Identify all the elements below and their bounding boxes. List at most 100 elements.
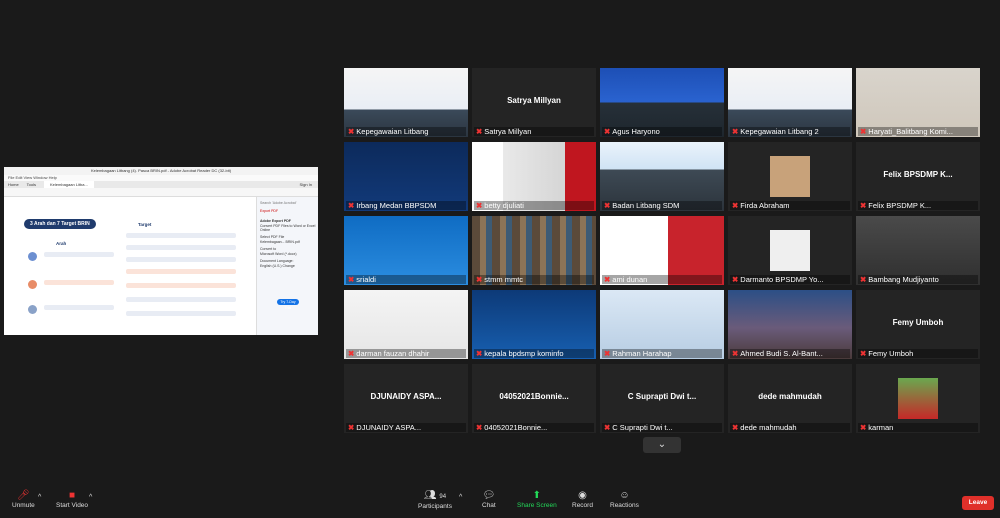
participants-chevron-icon[interactable]: ^ (459, 494, 462, 501)
reactions-button[interactable]: ☺ Reactions (610, 490, 639, 509)
doc-step-2 (28, 280, 37, 289)
participant-name: C Suprapti Dwi t... (612, 423, 673, 432)
mic-muted-icon: 🎤︎ (17, 490, 30, 501)
participant-name-label: ✖ ami dunan (602, 275, 722, 284)
participant-tile[interactable]: C Suprapti Dwi t... ✖ C Suprapti Dwi t... (600, 364, 724, 433)
side-lang: Document Language: (260, 259, 294, 263)
participant-tile[interactable]: ✖ srialdi (344, 216, 468, 285)
participant-name: Kepegawaian Litbang (356, 127, 429, 136)
participant-tile[interactable]: ✖ darman fauzan dhahir (344, 290, 468, 359)
participant-name-center: Femy Umboh (892, 318, 944, 327)
participant-tile[interactable]: ✖ Agus Haryono (600, 68, 724, 137)
doc-col-arah: Arah (56, 241, 67, 246)
participant-tile[interactable]: Satrya Millyan ✖ Satrya Millyan (472, 68, 596, 137)
participant-name-label: ✖ Darmanto BPSDMP Yo... (730, 275, 850, 284)
participant-tile[interactable]: Femy Umboh ✖ Femy Umboh (856, 290, 980, 359)
side-export: Export PDF (260, 209, 279, 213)
chevron-down-icon[interactable]: ⌄ (643, 437, 681, 453)
doc-target-2 (126, 245, 236, 250)
participant-name-label: ✖ srialdi (346, 275, 466, 284)
participant-tile[interactable]: ✖ Irbang Medan BBPSDM (344, 142, 468, 211)
participant-tile[interactable]: ✖ Ahmed Budi S. Al-Bant... (728, 290, 852, 359)
participant-name-label: ✖ Ahmed Budi S. Al-Bant... (730, 349, 850, 358)
participant-name: stmm mmtc (484, 275, 524, 284)
participant-tile[interactable]: ✖ karman (856, 364, 980, 433)
share-screen-button[interactable]: ⬆ Share Screen (517, 490, 557, 509)
participants-button[interactable]: 👥︎ 94 Participants (418, 490, 452, 510)
participant-name: Rahman Harahap (612, 349, 672, 358)
participant-name: dede mahmudah (740, 423, 797, 432)
participant-name-label: ✖ Firda Abraham (730, 201, 850, 210)
start-video-button[interactable]: ■ Start Video (56, 490, 88, 509)
chat-button[interactable]: 💬︎ Chat (482, 490, 496, 509)
participant-name-center: dede mahmudah (758, 392, 822, 401)
mic-muted-icon: ✖ (348, 127, 355, 136)
participant-name: srialdi (356, 275, 376, 284)
participant-tile[interactable]: dede mahmudah ✖ dede mahmudah (728, 364, 852, 433)
participant-name-label: ✖ Badan Litbang SDM (602, 201, 722, 210)
participant-tile[interactable]: 04052021Bonnie... ✖ 04052021Bonnie... (472, 364, 596, 433)
share-screen-label: Share Screen (517, 502, 557, 509)
participant-tile[interactable]: Felix BPSDMP K... ✖ Felix BPSDMP K... (856, 142, 980, 211)
participant-tile[interactable]: ✖ Rahman Harahap (600, 290, 724, 359)
mic-muted-icon: ✖ (860, 423, 867, 432)
participants-label: Participants (418, 503, 452, 510)
participant-tile[interactable]: ✖ Kepegawaian Litbang 2 (728, 68, 852, 137)
participant-tile[interactable]: ✖ stmm mmtc (472, 216, 596, 285)
doc-target-7 (126, 311, 236, 316)
side-trial-button: Try 7-Day Trial (277, 299, 299, 310)
participants-icon: 👥︎ 94 (423, 490, 447, 501)
mic-muted-icon: ✖ (604, 275, 611, 284)
mic-muted-icon: ✖ (732, 349, 739, 358)
participant-tile[interactable]: ✖ Haryati_Balitbang Komi... (856, 68, 980, 137)
participant-name: Kepegawaian Litbang 2 (740, 127, 819, 136)
doc-banner: 3 Arah dan 7 Target BRIN (24, 219, 96, 229)
participant-name-center: C Suprapti Dwi t... (627, 392, 697, 401)
participant-tile[interactable]: ✖ Darmanto BPSDMP Yo... (728, 216, 852, 285)
leave-button[interactable]: Leave (962, 496, 994, 510)
participant-tile[interactable]: ✖ Bambang Mudjiyanto (856, 216, 980, 285)
doc-step-3 (28, 305, 37, 314)
participant-name-label: ✖ Satrya Millyan (474, 127, 594, 136)
participant-name: Femy Umboh (868, 349, 914, 358)
participant-name-center: 04052021Bonnie... (499, 392, 569, 401)
doc-col-target: Target (138, 222, 152, 227)
audio-options-chevron-icon[interactable]: ^ (38, 494, 41, 501)
participant-tile[interactable]: DJUNAIDY ASPA... ✖ DJUNAIDY ASPA... (344, 364, 468, 433)
participant-name-label: ✖ Femy Umboh (858, 349, 978, 358)
participant-name-center: Felix BPSDMP K... (883, 170, 953, 179)
mic-muted-icon: ✖ (604, 349, 611, 358)
chat-icon: 💬︎ (482, 490, 496, 501)
participant-name-label: ✖ Haryati_Balitbang Komi... (858, 127, 978, 136)
participant-tile[interactable]: ✖ Kepegawaian Litbang (344, 68, 468, 137)
participant-tile[interactable]: ✖ Firda Abraham (728, 142, 852, 211)
participant-tile[interactable]: ✖ betty djuliati (472, 142, 596, 211)
participant-name: Satrya Millyan (484, 127, 532, 136)
mic-muted-icon: ✖ (604, 423, 611, 432)
shared-tabs: Home Tools Kelembagaan Litba... Sign In (4, 181, 318, 188)
participant-tile[interactable]: ✖ Badan Litbang SDM (600, 142, 724, 211)
gallery-grid: ✖ Kepegawaian Litbang Satrya Millyan ✖ Satry… (344, 68, 982, 434)
participant-name: darman fauzan dhahir (356, 349, 430, 358)
shared-tab-home: Home (8, 182, 19, 187)
side-select: Select PDF File (260, 235, 285, 239)
participant-name-center: Satrya Millyan (507, 96, 561, 105)
participant-name: Irbang Medan BBPSDM (356, 201, 437, 210)
participant-tile[interactable]: ✖ ami dunan (600, 216, 724, 285)
doc-arah-2 (44, 280, 114, 285)
record-label: Record (572, 502, 593, 509)
participant-name: Badan Litbang SDM (612, 201, 680, 210)
participants-count: 94 (439, 494, 447, 500)
participant-name: Firda Abraham (740, 201, 790, 210)
meeting-toolbar: 🎤︎ Unmute ^ ■ Start Video ^ 👥︎ 94 Partic… (0, 488, 1000, 518)
unmute-button[interactable]: 🎤︎ Unmute (12, 490, 35, 509)
record-button[interactable]: ◉ Record (572, 490, 593, 509)
video-options-chevron-icon[interactable]: ^ (89, 494, 92, 501)
participant-tile[interactable]: ✖ kepala bpdsmp kominfo (472, 290, 596, 359)
mic-muted-icon: ✖ (604, 201, 611, 210)
participant-name: ami dunan (612, 275, 648, 284)
side-lang-val: English (U.S.) Change (260, 264, 295, 268)
doc-target-3 (126, 257, 236, 262)
start-video-label: Start Video (56, 502, 89, 509)
mic-muted-icon: ✖ (348, 423, 355, 432)
